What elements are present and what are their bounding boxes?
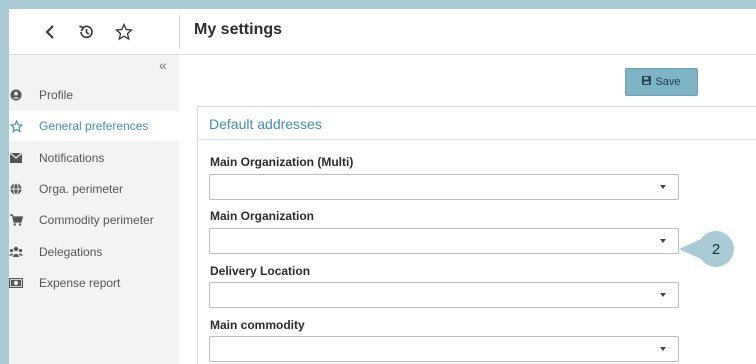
- back-icon[interactable]: [39, 21, 61, 43]
- save-button[interactable]: Save: [625, 68, 698, 96]
- main-organization-multi-select[interactable]: [209, 174, 679, 200]
- caret-down-icon: [660, 239, 666, 243]
- sidebar-item-general-preferences[interactable]: General preferences: [9, 111, 179, 141]
- history-icon[interactable]: [75, 21, 97, 43]
- sidebar-item-orga-perimeter[interactable]: Orga. perimeter: [9, 174, 179, 204]
- step-callout: 2: [677, 231, 737, 267]
- sidebar-item-expense-report[interactable]: Expense report: [9, 268, 179, 298]
- toolbar-divider: [179, 15, 180, 49]
- app-window: My settings « Profile General preference…: [9, 9, 756, 364]
- sidebar-item-label: Profile: [39, 88, 74, 102]
- default-addresses-panel: Default addresses Main Organization (Mul…: [197, 106, 756, 364]
- sidebar-item-label: General preferences: [39, 119, 149, 133]
- save-button-label: Save: [655, 76, 681, 88]
- star-icon: [9, 119, 23, 133]
- settings-sidebar: « Profile General preferences Notificati…: [9, 55, 179, 364]
- money-icon: [9, 276, 23, 290]
- page-title: My settings: [194, 21, 283, 38]
- callout-number: 2: [711, 240, 721, 258]
- top-bar: My settings: [9, 9, 756, 55]
- sidebar-item-label: Commodity perimeter: [39, 213, 154, 227]
- sidebar-item-label: Delegations: [39, 245, 103, 259]
- sidebar-item-notifications[interactable]: Notifications: [9, 143, 179, 173]
- envelope-icon: [9, 151, 23, 165]
- sidebar-item-label: Notifications: [39, 151, 105, 165]
- collapse-sidebar-icon[interactable]: «: [159, 57, 167, 73]
- caret-down-icon: [660, 347, 666, 351]
- sidebar-item-commodity-perimeter[interactable]: Commodity perimeter: [9, 205, 179, 235]
- main-organization-select[interactable]: [209, 228, 679, 254]
- delivery-location-label: Delivery Location: [210, 264, 311, 278]
- caret-down-icon: [660, 293, 666, 297]
- sidebar-item-label: Expense report: [39, 276, 121, 290]
- main-commodity-label: Main commodity: [210, 318, 305, 332]
- sidebar-item-delegations[interactable]: Delegations: [9, 237, 179, 267]
- star-icon[interactable]: [113, 21, 135, 43]
- main-organization-label: Main Organization: [210, 209, 315, 223]
- main-organization-multi-label: Main Organization (Multi): [210, 155, 354, 169]
- main-commodity-select[interactable]: [209, 336, 679, 362]
- cart-icon: [9, 213, 23, 227]
- delivery-location-select[interactable]: [209, 282, 679, 308]
- globe-icon: [9, 182, 23, 196]
- user-icon: [9, 88, 23, 102]
- panel-header: Default addresses: [198, 107, 756, 140]
- floppy-disk-icon: [642, 76, 652, 88]
- sidebar-item-label: Orga. perimeter: [39, 182, 124, 196]
- sidebar-item-profile[interactable]: Profile: [9, 80, 179, 110]
- panel-title: Default addresses: [209, 116, 322, 132]
- caret-down-icon: [660, 185, 666, 189]
- users-icon: [9, 245, 23, 259]
